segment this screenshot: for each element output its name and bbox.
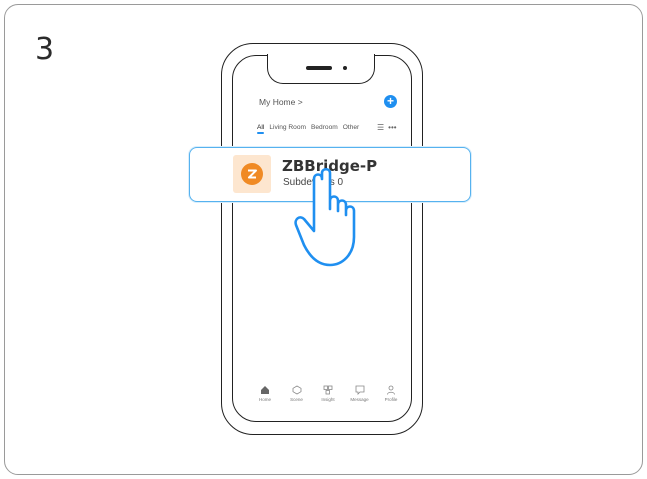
nav-home-label: Home xyxy=(258,397,271,402)
nav-profile-label: Profile xyxy=(384,397,398,402)
nav-scene-label: Scene xyxy=(290,397,303,402)
list-icon[interactable]: ☰ xyxy=(377,123,384,132)
more-icon[interactable]: ••• xyxy=(388,123,396,132)
nav-insight[interactable]: Insight xyxy=(313,385,343,411)
tap-hand-icon xyxy=(294,167,356,267)
nav-scene[interactable]: Scene xyxy=(282,385,312,411)
tab-actions: ☰ ••• xyxy=(377,123,397,132)
phone-speaker xyxy=(306,66,332,70)
nav-profile[interactable]: Profile xyxy=(376,385,406,411)
nav-message-label: Message xyxy=(350,397,369,402)
step-number: 3 xyxy=(35,32,55,67)
tab-other[interactable]: Other xyxy=(343,124,360,131)
add-device-button[interactable]: + xyxy=(384,95,397,108)
nav-message[interactable]: Message xyxy=(345,385,375,411)
insight-icon xyxy=(323,385,333,395)
nav-home[interactable]: Home xyxy=(250,385,280,411)
plus-icon: + xyxy=(386,94,394,108)
tab-living-room[interactable]: Living Room xyxy=(269,124,306,131)
home-icon xyxy=(261,386,269,394)
bottom-nav: Home Scene Insight Message Profile xyxy=(250,385,406,411)
scene-icon xyxy=(292,385,301,395)
phone-camera xyxy=(343,66,347,70)
tab-bedroom[interactable]: Bedroom xyxy=(311,124,338,131)
profile-icon xyxy=(387,385,395,395)
message-icon xyxy=(355,385,364,395)
zigbee-icon xyxy=(241,163,263,185)
room-tabs: All Living Room Bedroom Other xyxy=(257,124,360,134)
tab-all[interactable]: All xyxy=(257,124,265,134)
home-title[interactable]: My Home > xyxy=(259,97,303,107)
nav-insight-label: Insight xyxy=(321,397,335,402)
